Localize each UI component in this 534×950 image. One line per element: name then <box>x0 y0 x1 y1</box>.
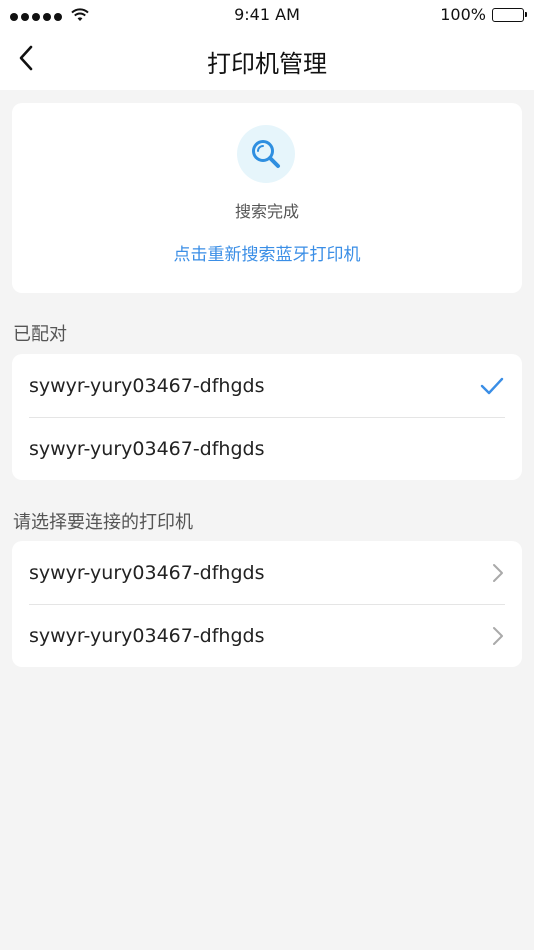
available-printer-row[interactable]: sywyr-yury03467-dfhgds <box>12 604 522 667</box>
available-section-header: 请选择要连接的打印机 <box>13 512 193 533</box>
available-list: sywyr-yury03467-dfhgds sywyr-yury03467-d… <box>12 541 522 667</box>
battery-icon <box>492 7 527 22</box>
status-bar: 9:41 AM 100% <box>0 0 534 30</box>
battery-indicator: 100% <box>440 5 527 24</box>
search-card: 搜索完成 点击重新搜索蓝牙打印机 <box>12 103 522 293</box>
nav-bar: 打印机管理 <box>0 30 534 90</box>
printer-name: sywyr-yury03467-dfhgds <box>29 561 265 584</box>
available-printer-row[interactable]: sywyr-yury03467-dfhgds <box>12 541 522 604</box>
paired-printer-row[interactable]: sywyr-yury03467-dfhgds <box>12 354 522 417</box>
battery-percent: 100% <box>440 5 486 24</box>
printer-name: sywyr-yury03467-dfhgds <box>29 437 265 460</box>
paired-printer-row[interactable]: sywyr-yury03467-dfhgds <box>12 417 522 480</box>
page-title: 打印机管理 <box>207 50 327 78</box>
paired-list: sywyr-yury03467-dfhgds sywyr-yury03467-d… <box>12 354 522 480</box>
printer-name: sywyr-yury03467-dfhgds <box>29 624 265 647</box>
search-icon <box>237 125 295 183</box>
chevron-right-icon <box>492 563 504 583</box>
research-bluetooth-link[interactable]: 点击重新搜索蓝牙打印机 <box>12 240 522 265</box>
chevron-right-icon <box>492 626 504 646</box>
checkmark-icon <box>480 377 504 395</box>
printer-name: sywyr-yury03467-dfhgds <box>29 374 265 397</box>
paired-section-header: 已配对 <box>13 324 67 345</box>
search-status-text: 搜索完成 <box>234 202 299 221</box>
